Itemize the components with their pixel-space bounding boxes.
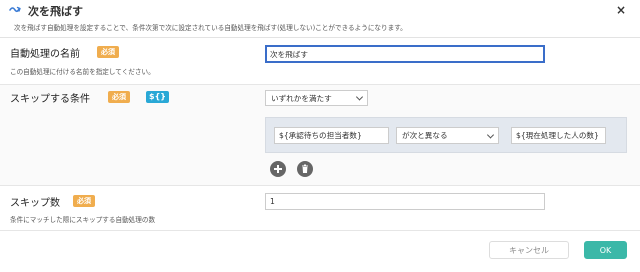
match-mode-value: いずれかを満たす (271, 93, 332, 103)
condition-left-input[interactable]: ${承認待ちの担当者数} (274, 127, 389, 144)
skip-count-hint: 条件にマッチした際にスキップする自動処理の数 (10, 216, 156, 224)
chevron-down-icon (355, 93, 364, 101)
variable-badge: ${} (146, 91, 169, 103)
match-mode-select[interactable]: いずれかを満たす (265, 90, 368, 106)
name-row: 自動処理の名前 必須 この自動処理に付ける名前を指定してください。 次を飛ばす (0, 38, 640, 85)
condition-operator-value: が次と異なる (402, 131, 448, 140)
skip-count-input[interactable]: 1 (265, 193, 545, 210)
name-hint: この自動処理に付ける名前を指定してください。 (10, 68, 155, 76)
condition-label: スキップする条件 (10, 94, 90, 105)
condition-operator-select[interactable]: が次と異なる (396, 127, 499, 144)
name-label: 自動処理の名前 (10, 49, 80, 60)
skip-count-label: スキップ数 (10, 198, 60, 209)
dialog-title: 次を飛ばす (28, 5, 83, 18)
required-badge: 必須 (97, 46, 119, 58)
condition-box: ${承認待ちの担当者数} が次と異なる ${現在処理した人の数} (265, 117, 627, 153)
name-input[interactable]: 次を飛ばす (265, 45, 545, 63)
skip-arrow-icon (9, 6, 21, 13)
cancel-button[interactable]: キャンセル (489, 241, 569, 259)
chevron-down-icon (486, 130, 495, 139)
condition-row: スキップする条件 必須 ${} いずれかを満たす ${承認待ちの担当者数} が次… (0, 85, 640, 186)
skip-count-row: スキップ数 必須 条件にマッチした際にスキップする自動処理の数 1 (0, 186, 640, 231)
skip-next-dialog: 次を飛ばす 次を飛ばす自動処理を設定することで、条件次第で次に設定されている自動… (0, 0, 640, 272)
required-badge: 必須 (73, 195, 95, 207)
dialog-description: 次を飛ばす自動処理を設定することで、条件次第で次に設定されている自動処理を飛ばす… (14, 24, 407, 32)
required-badge: 必須 (108, 91, 130, 103)
dialog-header: 次を飛ばす 次を飛ばす自動処理を設定することで、条件次第で次に設定されている自動… (0, 0, 640, 38)
trash-icon[interactable] (297, 161, 313, 177)
condition-right-input[interactable]: ${現在処理した人の数} (511, 127, 606, 144)
plus-icon[interactable] (270, 161, 286, 177)
close-icon[interactable]: × (616, 4, 626, 16)
ok-button[interactable]: OK (584, 241, 627, 259)
